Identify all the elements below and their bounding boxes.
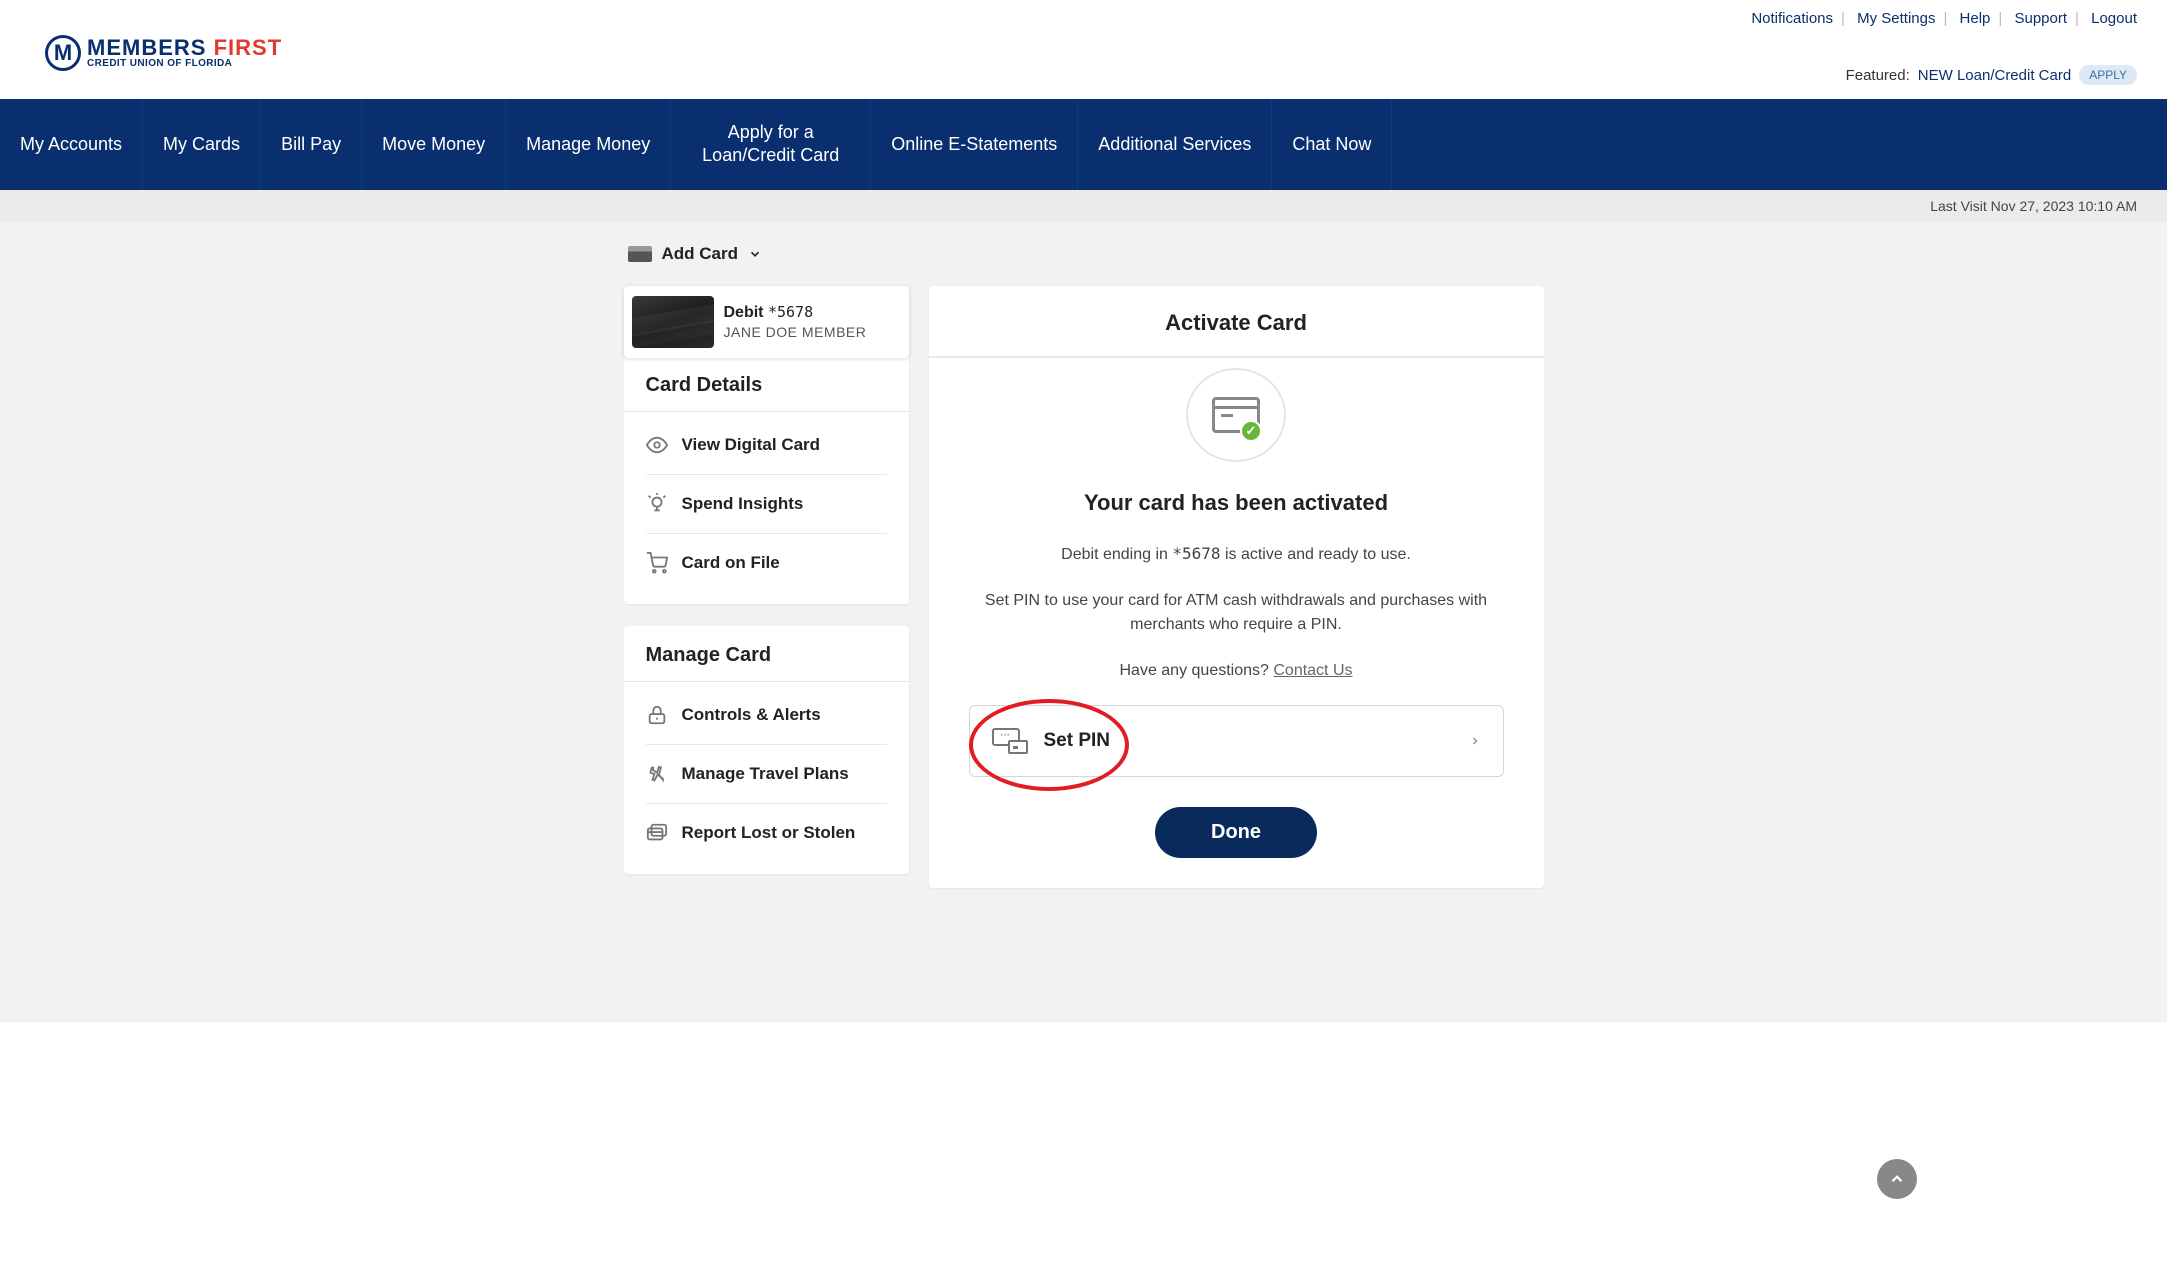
activated-line3: Have any questions? Contact Us: [969, 659, 1504, 683]
item-label: Report Lost or Stolen: [682, 823, 856, 843]
logo-text-2: FIRST: [214, 35, 283, 60]
activate-card-panel: Activate Card ✓ Your card has been activ…: [929, 286, 1544, 888]
nav-chat-now[interactable]: Chat Now: [1272, 99, 1392, 190]
card-icon: [628, 246, 652, 262]
card-details-panel: Card Details View Digital Card: [624, 356, 909, 604]
item-label: View Digital Card: [682, 435, 821, 455]
nav-apply-loan[interactable]: Apply for a Loan/Credit Card: [671, 99, 871, 190]
item-controls-alerts[interactable]: Controls & Alerts: [646, 686, 887, 745]
nav-my-accounts[interactable]: My Accounts: [0, 99, 143, 190]
nav-estatements[interactable]: Online E-Statements: [871, 99, 1078, 190]
activated-line2: Set PIN to use your card for ATM cash wi…: [969, 589, 1504, 637]
done-button[interactable]: Done: [1155, 807, 1317, 858]
apply-button[interactable]: APPLY: [2079, 65, 2137, 85]
activated-heading: Your card has been activated: [969, 490, 1504, 516]
item-label: Manage Travel Plans: [682, 764, 849, 784]
pin-icon: ***: [992, 728, 1028, 754]
featured-label: Featured:: [1846, 67, 1910, 84]
main-nav: My Accounts My Cards Bill Pay Move Money…: [0, 99, 2167, 190]
add-card-dropdown[interactable]: Add Card: [624, 222, 1544, 286]
top-links: Notifications| My Settings| Help| Suppor…: [1751, 10, 2137, 27]
activate-card-title: Activate Card: [929, 286, 1544, 358]
chevron-right-icon: [1469, 733, 1481, 749]
nav-my-cards[interactable]: My Cards: [143, 99, 261, 190]
manage-card-panel: Manage Card Controls & Alerts: [624, 626, 909, 874]
card-activated-icon: ✓: [1186, 368, 1286, 462]
link-my-settings[interactable]: My Settings: [1857, 10, 1935, 27]
item-report-lost-stolen[interactable]: Report Lost or Stolen: [646, 804, 887, 862]
item-manage-travel-plans[interactable]: Manage Travel Plans: [646, 745, 887, 804]
nav-move-money[interactable]: Move Money: [362, 99, 506, 190]
set-pin-label: Set PIN: [1044, 730, 1111, 752]
link-support[interactable]: Support: [2014, 10, 2067, 27]
nav-manage-money[interactable]: Manage Money: [506, 99, 671, 190]
logo-mark-icon: M: [45, 35, 81, 71]
nav-bill-pay[interactable]: Bill Pay: [261, 99, 362, 190]
cart-icon: [646, 552, 668, 574]
item-card-on-file[interactable]: Card on File: [646, 534, 887, 592]
link-notifications[interactable]: Notifications: [1751, 10, 1833, 27]
selected-card-tile[interactable]: Debit *5678 JANE DOE MEMBER: [624, 286, 909, 358]
eye-icon: [646, 434, 668, 456]
item-label: Card on File: [682, 553, 780, 573]
logo-subtext: CREDIT UNION OF FLORIDA: [87, 59, 282, 69]
last-visit-bar: Last Visit Nov 27, 2023 10:10 AM: [0, 190, 2167, 222]
activated-line1: Debit ending in *5678 is active and read…: [969, 542, 1504, 567]
featured-link[interactable]: NEW Loan/Credit Card: [1918, 67, 2071, 84]
lightbulb-icon: [646, 493, 668, 515]
add-card-label: Add Card: [662, 244, 739, 264]
contact-us-link[interactable]: Contact Us: [1273, 662, 1352, 679]
card-type-label: Debit: [724, 304, 764, 321]
chevron-down-icon: [748, 247, 762, 261]
card-details-title: Card Details: [624, 356, 909, 412]
lock-icon: [646, 704, 668, 726]
link-logout[interactable]: Logout: [2091, 10, 2137, 27]
item-view-digital-card[interactable]: View Digital Card: [646, 416, 887, 475]
item-spend-insights[interactable]: Spend Insights: [646, 475, 887, 534]
nav-additional-services[interactable]: Additional Services: [1078, 99, 1272, 190]
scroll-to-top-button[interactable]: [1877, 1159, 1917, 1199]
item-label: Spend Insights: [682, 494, 804, 514]
logo[interactable]: M MEMBERS FIRST CREDIT UNION OF FLORIDA: [45, 35, 282, 71]
set-pin-button[interactable]: *** Set PIN: [969, 705, 1504, 777]
manage-card-title: Manage Card: [624, 626, 909, 682]
card-holder-name: JANE DOE MEMBER: [724, 324, 867, 340]
card-image: [632, 296, 714, 348]
logo-text-1: MEMBERS: [87, 35, 206, 60]
airplane-icon: [646, 763, 668, 785]
cards-icon: [646, 822, 668, 844]
link-help[interactable]: Help: [1960, 10, 1991, 27]
card-mask: *5678: [768, 303, 813, 321]
item-label: Controls & Alerts: [682, 705, 821, 725]
